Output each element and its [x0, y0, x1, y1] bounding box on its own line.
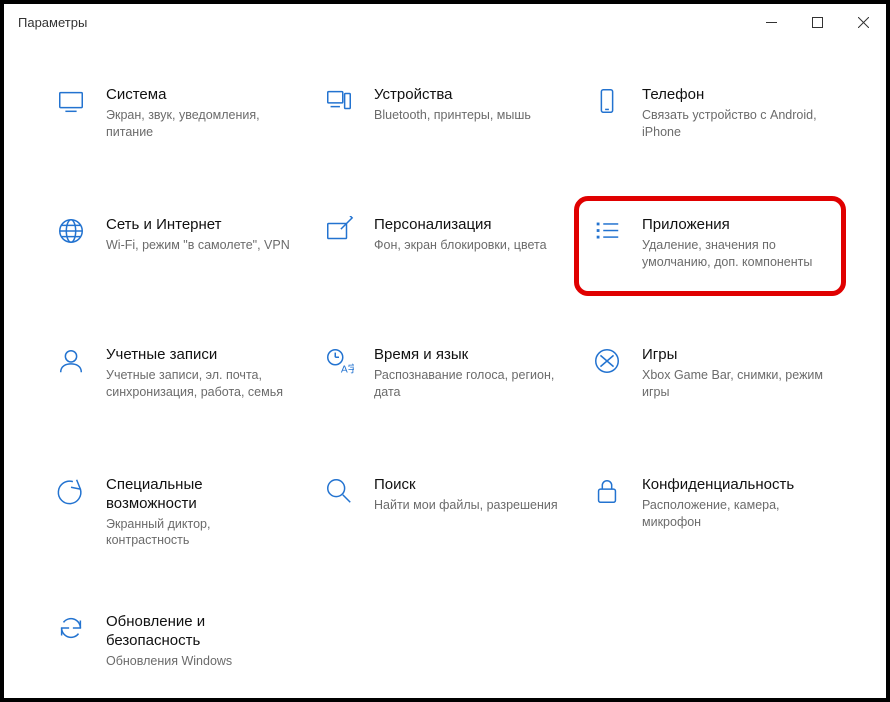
tile-system[interactable]: Система Экран, звук, уведомления, питани…	[48, 80, 306, 158]
tile-personalization[interactable]: Персонализация Фон, экран блокировки, цв…	[316, 210, 574, 288]
tile-title: Обновление и безопасность	[106, 613, 292, 651]
tile-desc: Bluetooth, принтеры, мышь	[374, 107, 560, 124]
tile-title: Поиск	[374, 476, 560, 495]
content-area: Система Экран, звук, уведомления, питани…	[4, 40, 886, 698]
tile-desc: Экран, звук, уведомления, питание	[106, 107, 292, 141]
network-icon	[54, 216, 88, 282]
apps-icon	[590, 216, 624, 282]
tile-desc: Wi-Fi, режим "в самолете", VPN	[106, 237, 292, 254]
tile-desc: Xbox Game Bar, снимки, режим игры	[642, 367, 828, 401]
svg-text:A字: A字	[341, 362, 354, 375]
tile-title: Специальные возможности	[106, 476, 292, 514]
settings-grid: Система Экран, звук, уведомления, питани…	[48, 80, 842, 685]
search-icon	[322, 476, 356, 549]
tile-desc: Обновления Windows	[106, 653, 292, 670]
tile-desc: Удаление, значения по умолчанию, доп. ко…	[642, 237, 828, 271]
privacy-icon	[590, 476, 624, 549]
tile-desc: Связать устройство с Android, iPhone	[642, 107, 828, 141]
tile-privacy[interactable]: Конфиденциальность Расположение, камера,…	[584, 470, 842, 555]
tile-phone[interactable]: Телефон Связать устройство с Android, iP…	[584, 80, 842, 158]
tile-time-language[interactable]: A字 Время и язык Распознавание голоса, ре…	[316, 340, 574, 418]
minimize-button[interactable]	[748, 4, 794, 40]
tile-accounts[interactable]: Учетные записи Учетные записи, эл. почта…	[48, 340, 306, 418]
settings-window: Параметры Система Экран, звук, уведомлен…	[0, 0, 890, 702]
tile-desc: Фон, экран блокировки, цвета	[374, 237, 560, 254]
tile-title: Время и язык	[374, 346, 560, 365]
accounts-icon	[54, 346, 88, 412]
tile-desc: Экранный диктор, контрастность	[106, 516, 292, 550]
time-language-icon: A字	[322, 346, 356, 412]
tile-title: Конфиденциальность	[642, 476, 828, 495]
titlebar: Параметры	[4, 4, 886, 40]
tile-accessibility[interactable]: Специальные возможности Экранный диктор,…	[48, 470, 306, 555]
tile-desc: Распознавание голоса, регион, дата	[374, 367, 560, 401]
tile-gaming[interactable]: Игры Xbox Game Bar, снимки, режим игры	[584, 340, 842, 418]
tile-desc: Найти мои файлы, разрешения	[374, 497, 560, 514]
tile-apps[interactable]: Приложения Удаление, значения по умолчан…	[584, 210, 842, 288]
tile-desc: Расположение, камера, микрофон	[642, 497, 828, 531]
tile-title: Игры	[642, 346, 828, 365]
tile-devices[interactable]: Устройства Bluetooth, принтеры, мышь	[316, 80, 574, 158]
tile-title: Учетные записи	[106, 346, 292, 365]
tile-title: Персонализация	[374, 216, 560, 235]
window-title: Параметры	[18, 15, 87, 30]
personalization-icon	[322, 216, 356, 282]
tile-title: Устройства	[374, 86, 560, 105]
tile-network[interactable]: Сеть и Интернет Wi-Fi, режим "в самолете…	[48, 210, 306, 288]
tile-title: Приложения	[642, 216, 828, 235]
window-controls	[748, 4, 886, 40]
tile-search[interactable]: Поиск Найти мои файлы, разрешения	[316, 470, 574, 555]
maximize-button[interactable]	[794, 4, 840, 40]
gaming-icon	[590, 346, 624, 412]
accessibility-icon	[54, 476, 88, 549]
system-icon	[54, 86, 88, 152]
tile-title: Сеть и Интернет	[106, 216, 292, 235]
update-icon	[54, 613, 88, 679]
tile-desc: Учетные записи, эл. почта, синхронизация…	[106, 367, 292, 401]
devices-icon	[322, 86, 356, 152]
close-button[interactable]	[840, 4, 886, 40]
phone-icon	[590, 86, 624, 152]
tile-update[interactable]: Обновление и безопасность Обновления Win…	[48, 607, 306, 685]
tile-title: Телефон	[642, 86, 828, 105]
tile-title: Система	[106, 86, 292, 105]
